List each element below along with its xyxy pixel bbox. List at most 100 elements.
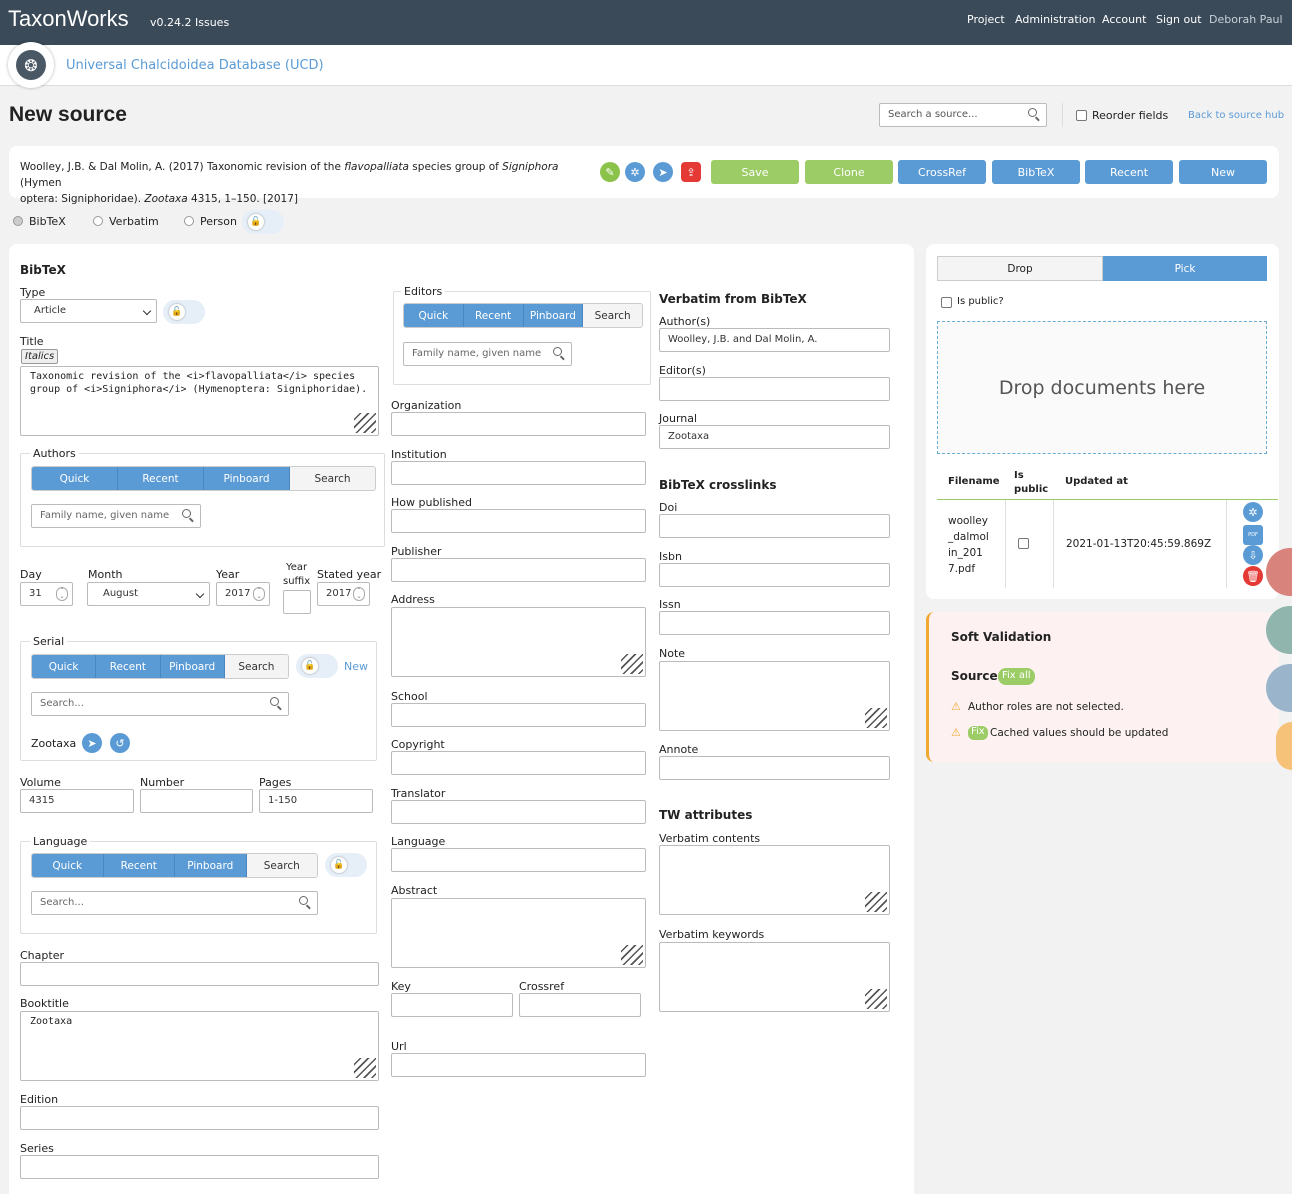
navigate-icon[interactable]: ➤ (82, 733, 102, 753)
verbatim-contents-textarea[interactable] (659, 845, 890, 915)
is-public-checkbox[interactable] (941, 297, 952, 308)
chapter-input[interactable] (20, 962, 379, 986)
translator-input[interactable] (391, 800, 646, 824)
spinner-icon[interactable]: ⌃ ⌄ (353, 587, 365, 601)
copyright-input[interactable] (391, 751, 646, 775)
spinner-icon[interactable]: ⌃ ⌄ (253, 587, 265, 601)
project-name[interactable]: Universal Chalcidoidea Database (UCD) (66, 58, 324, 73)
author-search-input[interactable]: Family name, given name (31, 504, 201, 528)
title-textarea[interactable]: Taxonomic revision of the <i>flavopallia… (20, 366, 379, 436)
tab-quick[interactable]: Quick (32, 467, 118, 490)
resize-handle[interactable] (621, 654, 643, 674)
abstract-textarea[interactable] (391, 898, 646, 968)
verbatim-editors-input[interactable] (659, 377, 890, 401)
drop-zone[interactable]: Drop documents here (937, 321, 1267, 454)
serial-new-link[interactable]: New (344, 660, 368, 673)
tab-pinboard[interactable]: Pinboard (523, 304, 584, 327)
tab-search[interactable]: Search (246, 854, 317, 877)
pdf-icon[interactable]: PDF (1243, 525, 1263, 545)
radial-annotator-icon[interactable]: ✲ (1243, 502, 1263, 522)
tab-quick[interactable]: Quick (32, 854, 104, 877)
journal-input[interactable]: Zootaxa (659, 425, 890, 449)
resize-handle[interactable] (865, 708, 887, 728)
lock-toggle[interactable]: 🔓 (242, 210, 284, 234)
year-input[interactable]: 2017 ⌃ ⌄ (216, 582, 270, 606)
type-select[interactable]: Article (20, 299, 157, 323)
tab-quick[interactable]: Quick (404, 304, 464, 327)
spinner-icon[interactable]: ⌃ ⌄ (56, 587, 68, 601)
tab-search[interactable]: Search (290, 467, 375, 490)
resize-handle[interactable] (621, 945, 643, 965)
pages-input[interactable]: 1-150 (259, 789, 373, 813)
stated-year-input[interactable]: 2017 ⌃ ⌄ (317, 582, 370, 606)
publisher-input[interactable] (391, 558, 646, 582)
upload-icon[interactable]: ⇪ (681, 162, 701, 182)
search-icon[interactable] (270, 692, 287, 714)
nav-project[interactable]: Project (967, 13, 1005, 26)
url-input[interactable] (391, 1053, 646, 1077)
floating-orange-button[interactable] (1276, 722, 1292, 770)
back-to-hub-link[interactable]: Back to source hub (1188, 110, 1284, 121)
search-icon[interactable] (1028, 103, 1045, 125)
navigate-icon[interactable]: ➤ (653, 162, 673, 182)
save-button[interactable]: Save (711, 160, 799, 184)
institution-input[interactable] (391, 461, 646, 485)
document-public-checkbox[interactable] (1018, 538, 1029, 549)
mode-person-radio[interactable] (184, 216, 194, 226)
address-textarea[interactable] (391, 607, 646, 677)
fix-all-button[interactable]: Fix all (998, 668, 1035, 685)
recent-button[interactable]: Recent (1085, 160, 1173, 184)
document-filename[interactable]: woolley _dalmol in_201 7.pdf (948, 513, 989, 577)
nav-user[interactable]: Deborah Paul (1209, 13, 1283, 26)
mode-verbatim-radio[interactable] (93, 216, 103, 226)
note-textarea[interactable] (659, 661, 890, 731)
language-search-input[interactable]: Search... (31, 891, 318, 915)
tab-pinboard[interactable]: Pinboard (175, 854, 247, 877)
nav-sign-out[interactable]: Sign out (1156, 13, 1202, 26)
tab-pinboard[interactable]: Pinboard (204, 467, 290, 490)
language-input[interactable] (391, 848, 646, 872)
month-select[interactable]: August (87, 582, 210, 606)
tab-quick[interactable]: Quick (32, 655, 97, 678)
tab-recent[interactable]: Recent (118, 467, 204, 490)
clone-button[interactable]: Clone (805, 160, 893, 184)
new-button[interactable]: New (1179, 160, 1267, 184)
booktitle-textarea[interactable]: Zootaxa (20, 1011, 379, 1081)
key-input[interactable] (391, 993, 513, 1017)
crossref-input[interactable] (519, 993, 641, 1017)
verbatim-keywords-textarea[interactable] (659, 942, 890, 1012)
nav-account[interactable]: Account (1102, 13, 1146, 26)
school-input[interactable] (391, 703, 646, 727)
source-search-input[interactable]: Search a source... (879, 103, 1047, 127)
number-input[interactable] (140, 789, 253, 813)
tab-pinboard[interactable]: Pinboard (160, 655, 225, 678)
serial-search-input[interactable]: Search... (31, 692, 289, 716)
series-input[interactable] (20, 1155, 379, 1179)
verbatim-authors-input[interactable]: Woolley, J.B. and Dal Molin, A. (659, 328, 890, 352)
pin-icon[interactable]: ✎ (600, 162, 620, 182)
resize-handle[interactable] (354, 413, 376, 433)
resize-handle[interactable] (354, 1058, 376, 1078)
editor-search-input[interactable]: Family name, given name (403, 342, 572, 366)
tab-recent[interactable]: Recent (463, 304, 524, 327)
doi-input[interactable] (659, 514, 890, 538)
issues-link[interactable]: Issues (195, 16, 229, 29)
project-logo[interactable]: ❂ (8, 42, 54, 88)
day-input[interactable]: 31 ⌃ ⌄ (20, 582, 73, 606)
reorder-fields-checkbox[interactable] (1076, 110, 1087, 121)
tab-drop[interactable]: Drop (937, 256, 1103, 281)
crossref-button[interactable]: CrossRef (898, 160, 986, 184)
serial-lock-toggle[interactable]: 🔓 (296, 654, 338, 678)
search-icon[interactable] (553, 342, 570, 364)
radial-annotator-icon[interactable]: ✲ (625, 162, 645, 182)
tab-pick[interactable]: Pick (1103, 256, 1267, 281)
tab-search[interactable]: Search (583, 304, 642, 327)
year-suffix-input[interactable] (283, 590, 311, 614)
app-brand[interactable]: TaxonWorks (8, 6, 129, 32)
bibtex-button[interactable]: BibTeX (992, 160, 1080, 184)
issn-input[interactable] (659, 611, 890, 635)
how-published-input[interactable] (391, 509, 646, 533)
search-icon[interactable] (299, 891, 316, 913)
volume-input[interactable]: 4315 (20, 789, 134, 813)
mode-bibtex-radio[interactable] (13, 216, 23, 226)
